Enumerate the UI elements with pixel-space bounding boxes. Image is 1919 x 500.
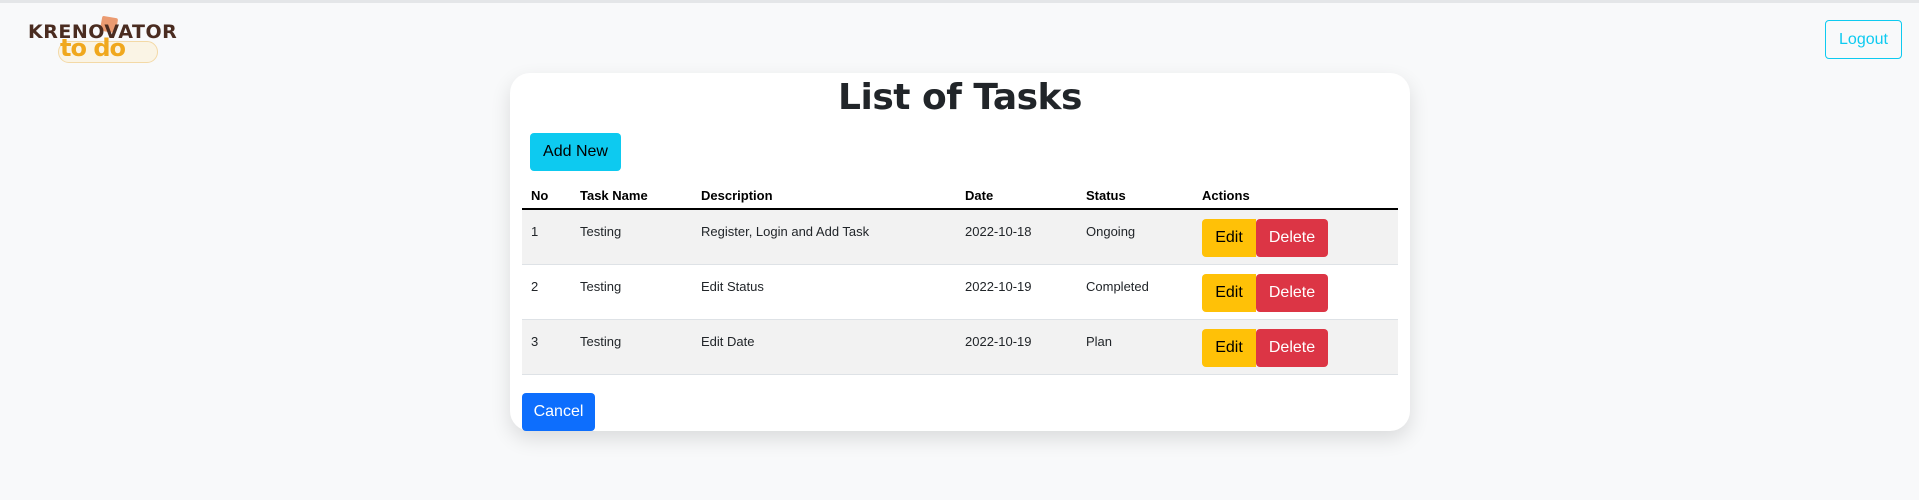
edit-button[interactable]: Edit bbox=[1202, 274, 1256, 312]
brand-sub: to do bbox=[60, 34, 126, 62]
logout-button[interactable]: Logout bbox=[1825, 20, 1902, 59]
table-row: 2 Testing Edit Status 2022-10-19 Complet… bbox=[522, 265, 1398, 320]
cell-task-name: Testing bbox=[580, 334, 622, 349]
table-row: 1 Testing Register, Login and Add Task 2… bbox=[522, 210, 1398, 265]
cell-no: 2 bbox=[531, 279, 539, 294]
cell-description: Edit Status bbox=[701, 279, 764, 294]
table-header: No Task Name Description Date Status Act… bbox=[522, 179, 1398, 210]
header-task-name: Task Name bbox=[580, 188, 648, 203]
header-status: Status bbox=[1086, 188, 1126, 203]
cell-status: Plan bbox=[1086, 334, 1113, 349]
tasks-table: No Task Name Description Date Status Act… bbox=[522, 179, 1398, 375]
cell-description: Edit Date bbox=[701, 334, 755, 349]
navbar: KRENOVATOR to do Logout bbox=[0, 3, 1919, 71]
header-date: Date bbox=[965, 188, 994, 203]
delete-button[interactable]: Delete bbox=[1256, 219, 1328, 257]
add-new-button[interactable]: Add New bbox=[530, 133, 621, 171]
cell-date: 2022-10-19 bbox=[965, 279, 1032, 294]
cell-task-name: Testing bbox=[580, 279, 622, 294]
cell-description: Register, Login and Add Task bbox=[701, 224, 870, 239]
cell-no: 3 bbox=[531, 334, 539, 349]
cell-date: 2022-10-19 bbox=[965, 334, 1032, 349]
page-title: List of Tasks bbox=[838, 77, 1082, 118]
tasks-card: List of Tasks Add New No Task Name Descr… bbox=[510, 73, 1410, 431]
edit-button[interactable]: Edit bbox=[1202, 329, 1256, 367]
header-no: No bbox=[531, 188, 549, 203]
cell-task-name: Testing bbox=[580, 224, 622, 239]
header-description: Description bbox=[701, 188, 773, 203]
cell-no: 1 bbox=[531, 224, 539, 239]
cancel-button[interactable]: Cancel bbox=[522, 393, 595, 431]
edit-button[interactable]: Edit bbox=[1202, 219, 1256, 257]
cell-status: Completed bbox=[1086, 279, 1149, 294]
brand-logo[interactable]: KRENOVATOR to do bbox=[26, 15, 177, 67]
table-row: 3 Testing Edit Date 2022-10-19 Plan Edit… bbox=[522, 320, 1398, 375]
cell-date: 2022-10-18 bbox=[965, 224, 1032, 239]
cell-status: Ongoing bbox=[1086, 224, 1136, 239]
header-actions: Actions bbox=[1202, 188, 1250, 203]
delete-button[interactable]: Delete bbox=[1256, 329, 1328, 367]
delete-button[interactable]: Delete bbox=[1256, 274, 1328, 312]
